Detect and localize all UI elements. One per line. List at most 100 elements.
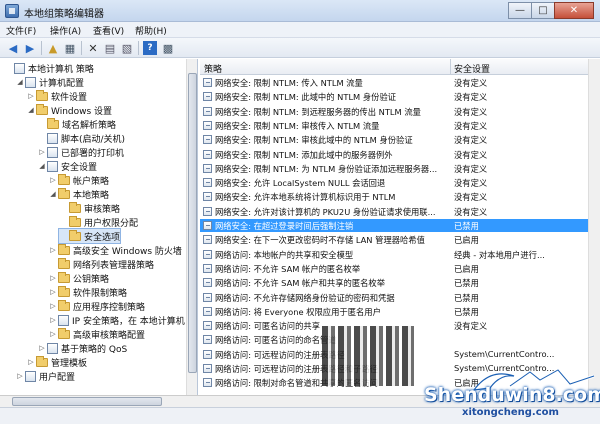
policy-row[interactable]: 网络访问: 将 Everyone 权限应用于匿名用户 已禁用 <box>200 305 588 318</box>
expand-toggle-icon[interactable]: ▷ <box>48 288 58 296</box>
policy-item-icon <box>203 335 212 345</box>
policy-row[interactable]: 网络安全: 在超过登录时间后强制注销 已禁用 <box>200 219 588 232</box>
policy-name: 网络访问: 不允许存储网络身份验证的密码和凭据 <box>215 292 395 303</box>
expand-toggle-icon[interactable]: ▷ <box>48 330 58 338</box>
column-header-setting[interactable]: 安全设置 <box>454 62 490 75</box>
policy-name: 网络访问: 不允许 SAM 帐户和共享的匿名枚举 <box>215 278 386 289</box>
expand-toggle-icon[interactable]: ▷ <box>48 274 58 282</box>
security-setting-value: 已禁用 <box>454 278 479 289</box>
watermark-brand: Shenduwin8.com <box>424 384 600 406</box>
policy-row[interactable]: 网络访问: 不允许 SAM 帐户和共享的匿名枚举 已禁用 <box>200 276 588 289</box>
tree-node[interactable]: ▷ 应用程序控制策略 <box>48 299 145 313</box>
policy-item-icon <box>203 292 212 302</box>
menu-action[interactable]: 操作(A) <box>50 24 81 37</box>
list-scrollbar[interactable] <box>588 59 600 395</box>
policy-row[interactable]: 网络安全: 在下一次更改密码时不存储 LAN 管理器哈希值 已启用 <box>200 233 588 246</box>
tree-node[interactable]: ▷ IP 安全策略，在 本地计算机 <box>48 313 185 327</box>
expand-toggle-icon[interactable]: ▷ <box>48 246 58 254</box>
tree-node[interactable]: 脚本(启动/关机) <box>37 131 125 145</box>
policy-icon <box>25 76 36 88</box>
tree-node[interactable]: 网络列表管理器策略 <box>48 257 154 271</box>
tree-node[interactable]: ◢ 安全设置 <box>37 159 97 173</box>
tree-node[interactable]: ▷ 软件设置 <box>26 89 87 103</box>
minimize-button[interactable]: — <box>508 2 532 19</box>
policy-row[interactable]: 网络安全: 限制 NTLM: 为 NTLM 身份验证添加远程服务器... 没有定义 <box>200 162 588 175</box>
expand-toggle-icon[interactable]: ▷ <box>48 176 58 184</box>
policy-name: 网络安全: 限制 NTLM: 添加此域中的服务器例外 <box>215 149 393 160</box>
policy-row[interactable]: 网络访问: 不允许存储网络身份验证的密码和凭据 已禁用 <box>200 291 588 304</box>
tree-node[interactable]: ◢ Windows 设置 <box>26 103 112 117</box>
policy-row[interactable]: 网络安全: 限制 NTLM: 审核传入 NTLM 流量 没有定义 <box>200 119 588 132</box>
policy-row[interactable]: 网络安全: 限制 NTLM: 添加此域中的服务器例外 没有定义 <box>200 148 588 161</box>
expand-toggle-icon[interactable]: ▷ <box>37 148 47 156</box>
tree-node[interactable]: ▷ 用户配置 <box>15 369 75 383</box>
close-button[interactable]: ✕ <box>554 2 594 19</box>
help-icon[interactable]: ? <box>143 41 157 55</box>
tree-node[interactable]: ▷ 管理模板 <box>26 355 87 369</box>
policy-row[interactable]: 网络安全: 限制 NTLM: 审核此域中的 NTLM 身份验证 没有定义 <box>200 133 588 146</box>
policy-row[interactable]: 网络安全: 允许本地系统将计算机标识用于 NTLM 没有定义 <box>200 190 588 203</box>
export-icon[interactable]: ▧ <box>120 41 134 55</box>
show-tree-icon[interactable]: ▦ <box>63 41 77 55</box>
security-setting-value: 没有定义 <box>454 206 488 217</box>
policy-item-icon <box>203 92 212 102</box>
security-setting-value: 没有定义 <box>454 92 488 103</box>
tree-node-label: 软件限制策略 <box>73 288 128 299</box>
tree-node[interactable]: ▷ 已部署的打印机 <box>37 145 124 159</box>
expand-toggle-icon[interactable]: ◢ <box>15 78 25 86</box>
delete-icon[interactable]: ✕ <box>86 41 100 55</box>
tree-node[interactable]: ▷ 高级审核策略配置 <box>48 327 145 341</box>
folder-icon <box>36 355 48 367</box>
expand-toggle-icon[interactable]: ▷ <box>26 358 36 366</box>
tree-node[interactable]: ◢ 本地策略 <box>48 187 109 201</box>
policy-item-icon <box>203 364 212 373</box>
menu-help[interactable]: 帮助(H) <box>135 24 167 37</box>
tree-node[interactable]: 域名解析策略 <box>37 117 116 131</box>
folder-icon <box>58 243 70 255</box>
menu-bar: 文件(F) 操作(A) 查看(V) 帮助(H) <box>0 22 600 38</box>
tree-node[interactable]: ▷ 帐户策略 <box>48 173 109 187</box>
expand-toggle-icon[interactable]: ▷ <box>26 92 36 100</box>
column-header-policy[interactable]: 策略 <box>204 62 222 75</box>
policy-row[interactable]: 网络安全: 限制 NTLM: 传入 NTLM 流量 没有定义 <box>200 76 588 89</box>
security-setting-value: 没有定义 <box>454 135 488 146</box>
expand-toggle-icon[interactable]: ▷ <box>15 372 25 380</box>
maximize-button[interactable]: □ <box>531 2 555 19</box>
expand-toggle-icon[interactable]: ▷ <box>37 344 47 352</box>
menu-file[interactable]: 文件(F) <box>6 24 36 37</box>
policy-row[interactable]: 网络访问: 本地帐户的共享和安全模型 经典 - 对本地用户进行... <box>200 248 588 261</box>
policy-icon <box>47 160 58 172</box>
tree-node[interactable]: 本地计算机 策略 <box>4 61 94 75</box>
view-icon[interactable]: ▩ <box>161 41 175 55</box>
tree-node[interactable]: 安全选项 <box>57 228 122 244</box>
expand-toggle-icon[interactable]: ◢ <box>37 162 47 170</box>
tree-node[interactable]: ▷ 基于策略的 QoS <box>37 341 127 355</box>
policy-row[interactable]: 网络安全: 限制 NTLM: 到远程服务器的传出 NTLM 流量 没有定义 <box>200 105 588 118</box>
policy-name: 网络安全: 限制 NTLM: 审核传入 NTLM 流量 <box>215 120 380 131</box>
tree-node[interactable]: ◢ 计算机配置 <box>15 75 84 89</box>
window-title: 本地组策略编辑器 <box>24 9 104 20</box>
tree-node[interactable]: 用户权限分配 <box>59 215 138 229</box>
tree-node[interactable]: ▷ 软件限制策略 <box>48 285 127 299</box>
tree-node[interactable]: ▷ 高级安全 Windows 防火墙 <box>48 243 182 257</box>
tree-node[interactable]: 审核策略 <box>59 201 120 215</box>
policy-row[interactable]: 网络安全: 允许对该计算机的 PKU2U 身份验证请求使用联... 没有定义 <box>200 205 588 218</box>
menu-view[interactable]: 查看(V) <box>93 24 124 37</box>
tree-node-label: Windows 设置 <box>51 106 113 117</box>
expand-toggle-icon[interactable]: ◢ <box>26 106 36 114</box>
policy-row[interactable]: 网络安全: 限制 NTLM: 此域中的 NTLM 身份验证 没有定义 <box>200 90 588 103</box>
folder-icon <box>36 103 48 115</box>
policy-name: 网络访问: 将 Everyone 权限应用于匿名用户 <box>215 306 381 317</box>
policy-name: 网络安全: 限制 NTLM: 为 NTLM 身份验证添加远程服务器... <box>215 163 438 174</box>
expand-toggle-icon[interactable]: ◢ <box>48 190 58 198</box>
up-folder-icon[interactable]: ▲ <box>46 41 60 55</box>
policy-row[interactable]: 网络安全: 允许 LocalSystem NULL 会话回退 没有定义 <box>200 176 588 189</box>
forward-icon[interactable]: ▶ <box>23 41 37 55</box>
expand-toggle-icon[interactable]: ▷ <box>48 302 58 310</box>
tree-node[interactable]: ▷ 公钥策略 <box>48 271 109 285</box>
policy-row[interactable]: 网络访问: 不允许 SAM 帐户的匿名枚举 已启用 <box>200 262 588 275</box>
properties-icon[interactable]: ▤ <box>103 41 117 55</box>
tree-scrollbar[interactable] <box>186 59 197 395</box>
back-icon[interactable]: ◀ <box>6 41 20 55</box>
expand-toggle-icon[interactable]: ▷ <box>48 316 58 324</box>
